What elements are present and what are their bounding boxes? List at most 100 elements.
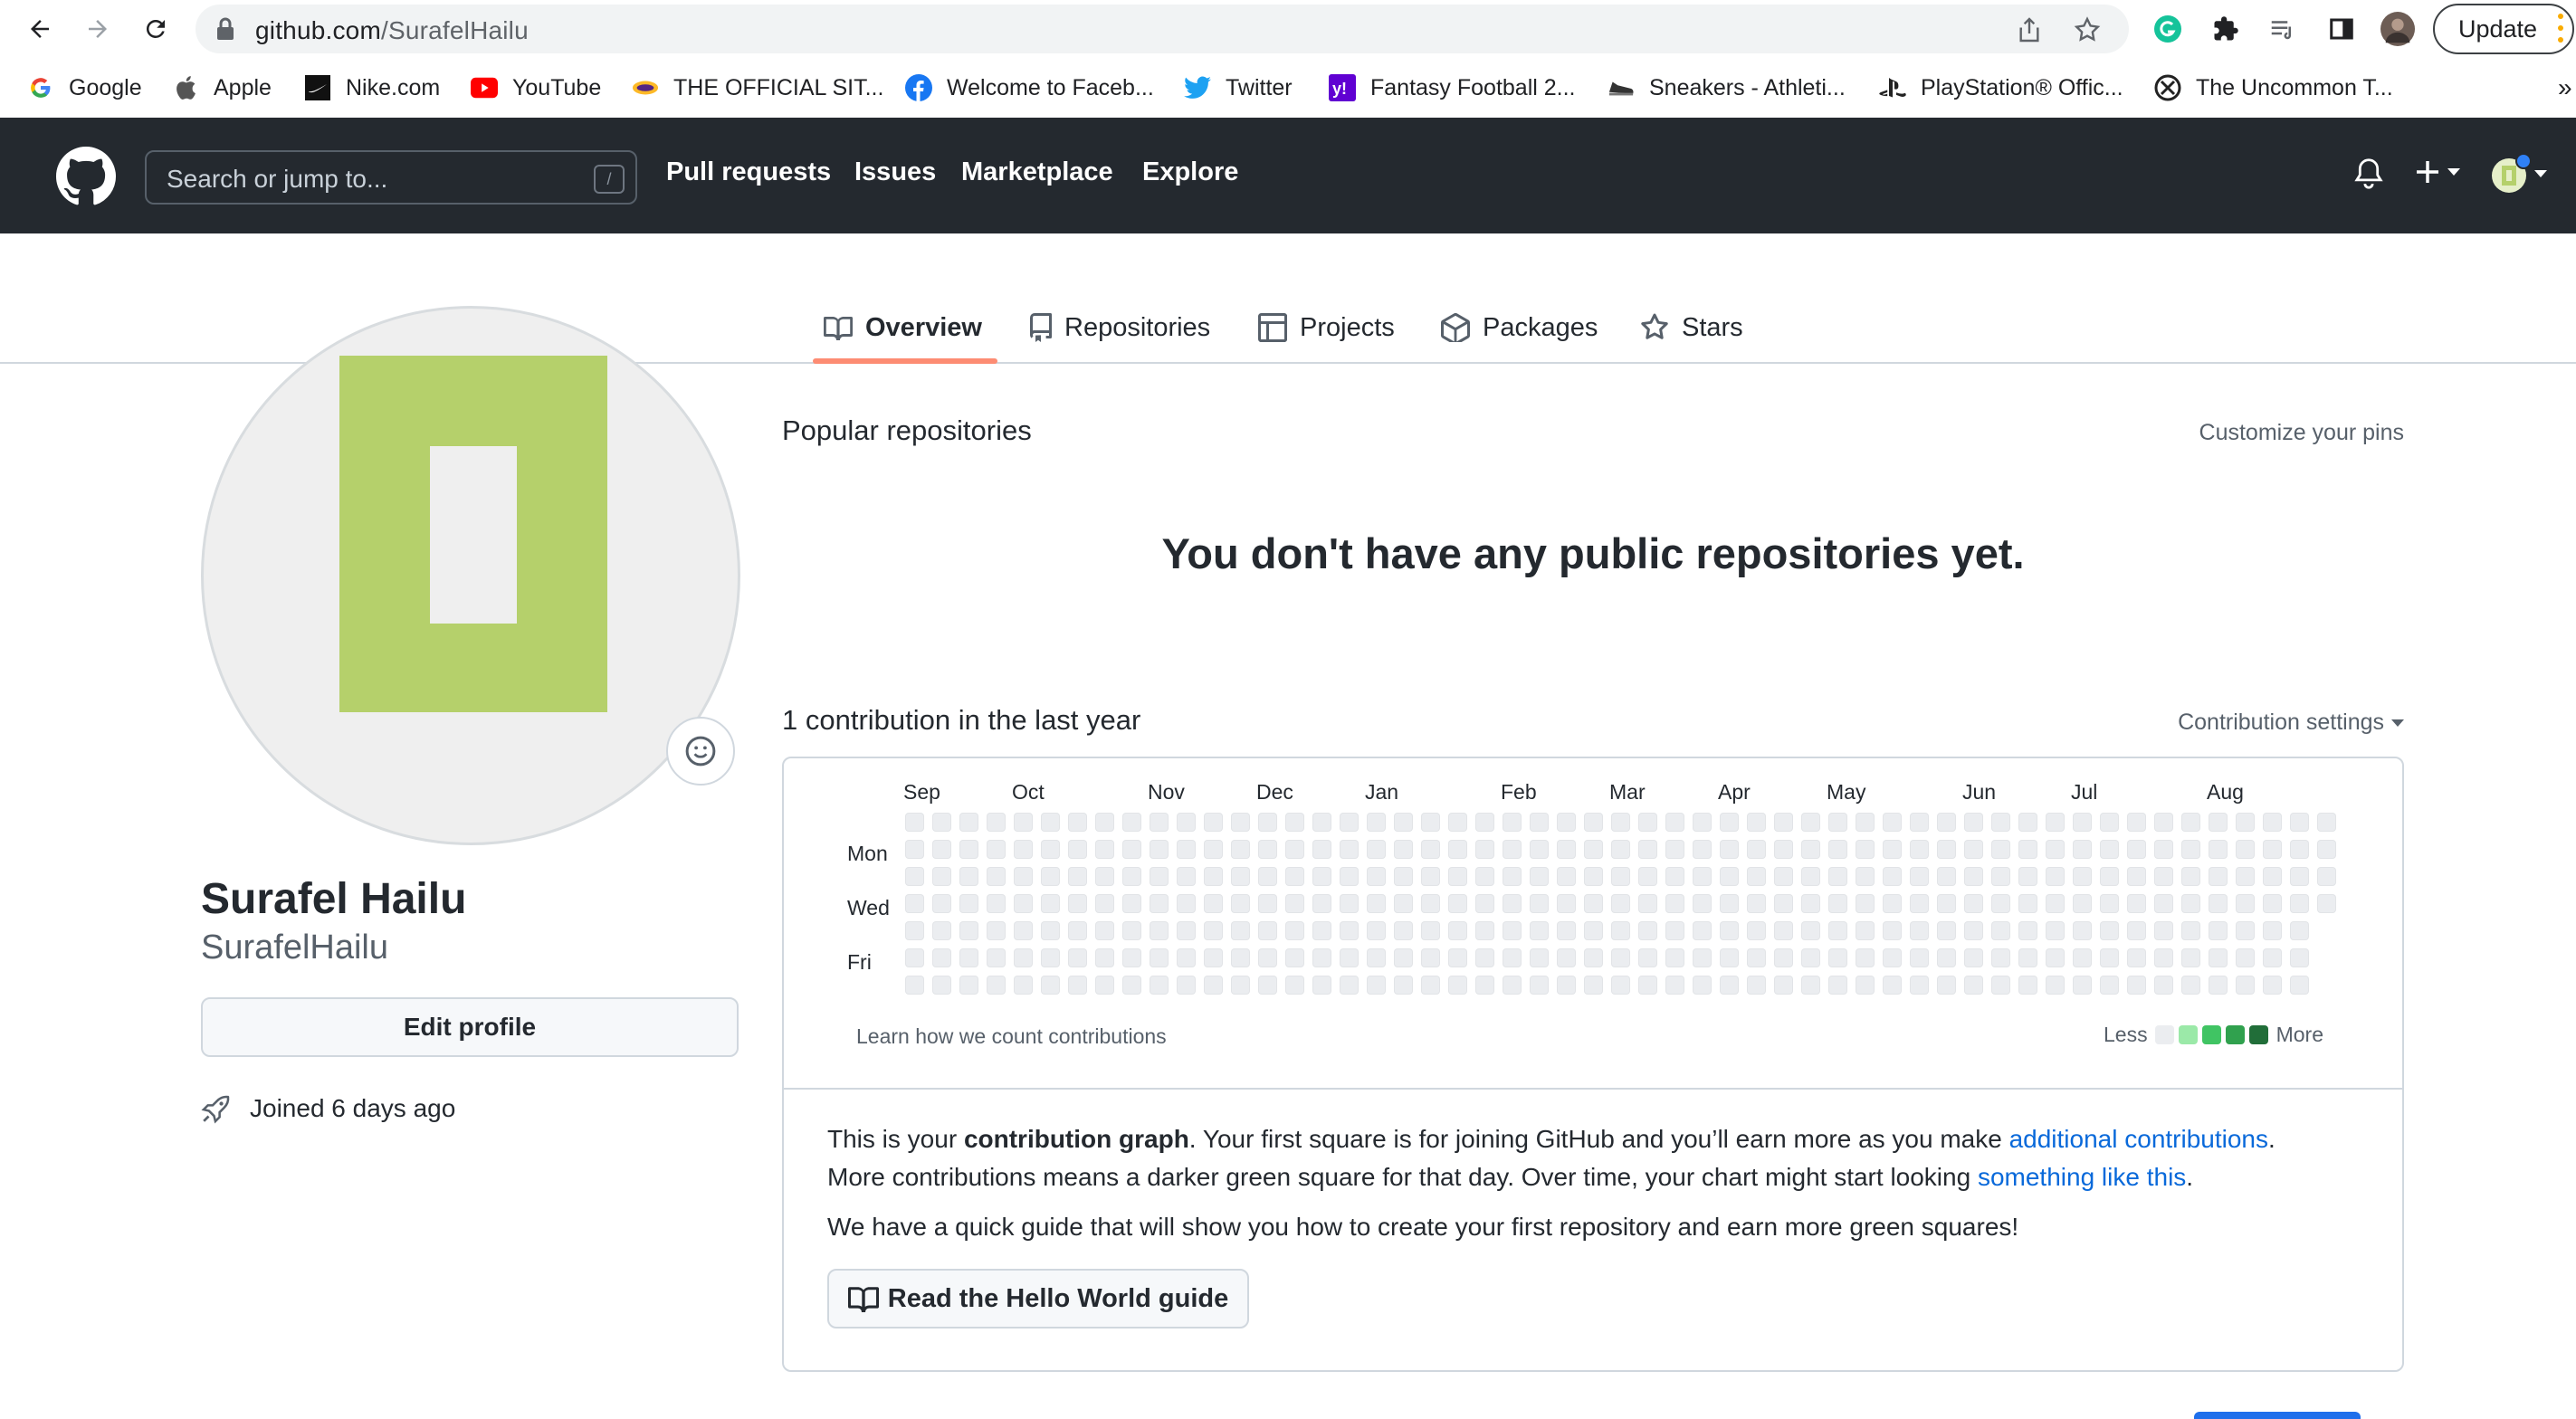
contribution-day[interactable] xyxy=(1475,840,1494,859)
contribution-day[interactable] xyxy=(2127,948,2146,967)
tab-packages[interactable]: Packages xyxy=(1441,291,1598,364)
contribution-day[interactable] xyxy=(2290,867,2309,886)
contribution-day[interactable] xyxy=(1394,976,1413,995)
contribution-day[interactable] xyxy=(1801,840,1820,859)
contribution-day[interactable] xyxy=(1231,976,1250,995)
contribution-day[interactable] xyxy=(1720,867,1739,886)
contribution-day[interactable] xyxy=(2209,813,2228,832)
contribution-day[interactable] xyxy=(1503,894,1522,913)
set-status-button[interactable] xyxy=(666,717,735,786)
contribution-day[interactable] xyxy=(2263,867,2282,886)
contribution-day[interactable] xyxy=(2154,894,2173,913)
contribution-day[interactable] xyxy=(1801,948,1820,967)
search-input[interactable]: Search or jump to... / xyxy=(145,150,637,205)
contribution-day[interactable] xyxy=(2154,948,2173,967)
contribution-day[interactable] xyxy=(905,921,924,940)
contribution-day[interactable] xyxy=(1231,867,1250,886)
contribution-day[interactable] xyxy=(1475,948,1494,967)
contribution-day[interactable] xyxy=(1991,948,2010,967)
contribution-day[interactable] xyxy=(2100,813,2119,832)
contribution-day[interactable] xyxy=(1937,840,1956,859)
side-panel-button[interactable] xyxy=(2324,12,2359,46)
contribution-day[interactable] xyxy=(1095,813,1114,832)
contribution-day[interactable] xyxy=(1856,894,1875,913)
contribution-day[interactable] xyxy=(1530,921,1549,940)
contribution-day[interactable] xyxy=(1312,894,1331,913)
contribution-day[interactable] xyxy=(1828,948,1847,967)
contribution-day[interactable] xyxy=(1367,921,1386,940)
contribution-day[interactable] xyxy=(2209,840,2228,859)
contribution-day[interactable] xyxy=(1828,976,1847,995)
contribution-day[interactable] xyxy=(1774,894,1793,913)
create-new-dropdown[interactable] xyxy=(2413,157,2462,186)
contribution-day[interactable] xyxy=(2100,894,2119,913)
contribution-day[interactable] xyxy=(1910,840,1929,859)
contribution-day[interactable] xyxy=(1720,840,1739,859)
contribution-day[interactable] xyxy=(1503,840,1522,859)
contribution-day[interactable] xyxy=(1285,976,1304,995)
contribution-day[interactable] xyxy=(1475,894,1494,913)
contribution-day[interactable] xyxy=(1665,867,1684,886)
contribution-day[interactable] xyxy=(1693,948,1712,967)
contribution-day[interactable] xyxy=(2154,867,2173,886)
bookmark-playstation[interactable]: PlayStation® Offic... xyxy=(1879,58,2123,118)
contribution-day[interactable] xyxy=(2290,894,2309,913)
contribution-day[interactable] xyxy=(1964,976,1983,995)
contribution-day[interactable] xyxy=(2073,840,2092,859)
contribution-day[interactable] xyxy=(2209,867,2228,886)
contribution-day[interactable] xyxy=(1964,840,1983,859)
contribution-day[interactable] xyxy=(2236,976,2255,995)
contribution-day[interactable] xyxy=(1693,813,1712,832)
contribution-day[interactable] xyxy=(1258,976,1277,995)
contribution-day[interactable] xyxy=(1665,840,1684,859)
contribution-day[interactable] xyxy=(1665,976,1684,995)
contribution-day[interactable] xyxy=(1693,894,1712,913)
contribution-day[interactable] xyxy=(1828,867,1847,886)
contribution-day[interactable] xyxy=(1503,976,1522,995)
contribution-day[interactable] xyxy=(1801,921,1820,940)
contribution-day[interactable] xyxy=(1530,813,1549,832)
address-bar[interactable]: github.com/SurafelHailu xyxy=(196,5,2129,53)
bookmark-apple[interactable]: Apple xyxy=(172,58,272,118)
contribution-day[interactable] xyxy=(2100,840,2119,859)
contribution-day[interactable] xyxy=(2181,813,2200,832)
contribution-day[interactable] xyxy=(1611,921,1630,940)
contribution-day[interactable] xyxy=(2046,921,2065,940)
contribution-day[interactable] xyxy=(1122,921,1141,940)
contribution-day[interactable] xyxy=(1720,894,1739,913)
bookmarks-overflow-button[interactable]: » xyxy=(2558,58,2572,118)
contribution-day[interactable] xyxy=(1177,894,1196,913)
contribution-day[interactable] xyxy=(1421,894,1440,913)
notifications-bell-icon[interactable] xyxy=(2353,157,2384,190)
contribution-day[interactable] xyxy=(987,867,1006,886)
contribution-day[interactable] xyxy=(2046,813,2065,832)
contribution-day[interactable] xyxy=(1638,867,1657,886)
contribution-day[interactable] xyxy=(2236,921,2255,940)
contribution-day[interactable] xyxy=(2154,813,2173,832)
contribution-day[interactable] xyxy=(1394,867,1413,886)
contribution-day[interactable] xyxy=(1421,867,1440,886)
contribution-day[interactable] xyxy=(2263,948,2282,967)
contribution-day[interactable] xyxy=(2263,840,2282,859)
contribution-day[interactable] xyxy=(1638,840,1657,859)
contribution-day[interactable] xyxy=(1421,813,1440,832)
tab-overview[interactable]: Overview xyxy=(824,291,982,364)
contribution-day[interactable] xyxy=(2018,976,2037,995)
contribution-day[interactable] xyxy=(1937,921,1956,940)
contribution-day[interactable] xyxy=(1937,813,1956,832)
contribution-day[interactable] xyxy=(959,921,978,940)
contribution-day[interactable] xyxy=(2154,921,2173,940)
contribution-day[interactable] xyxy=(1122,948,1141,967)
contribution-day[interactable] xyxy=(2018,840,2037,859)
contribution-day[interactable] xyxy=(1883,921,1902,940)
extensions-button[interactable] xyxy=(2209,12,2243,46)
contribution-day[interactable] xyxy=(2290,921,2309,940)
contribution-day[interactable] xyxy=(1475,976,1494,995)
contribution-day[interactable] xyxy=(1340,867,1359,886)
contribution-day[interactable] xyxy=(2127,867,2146,886)
contribution-day[interactable] xyxy=(2236,894,2255,913)
tab-repositories[interactable]: Repositories xyxy=(1028,291,1210,364)
contribution-day[interactable] xyxy=(2209,948,2228,967)
contribution-day[interactable] xyxy=(1638,921,1657,940)
contribution-day[interactable] xyxy=(1014,867,1033,886)
